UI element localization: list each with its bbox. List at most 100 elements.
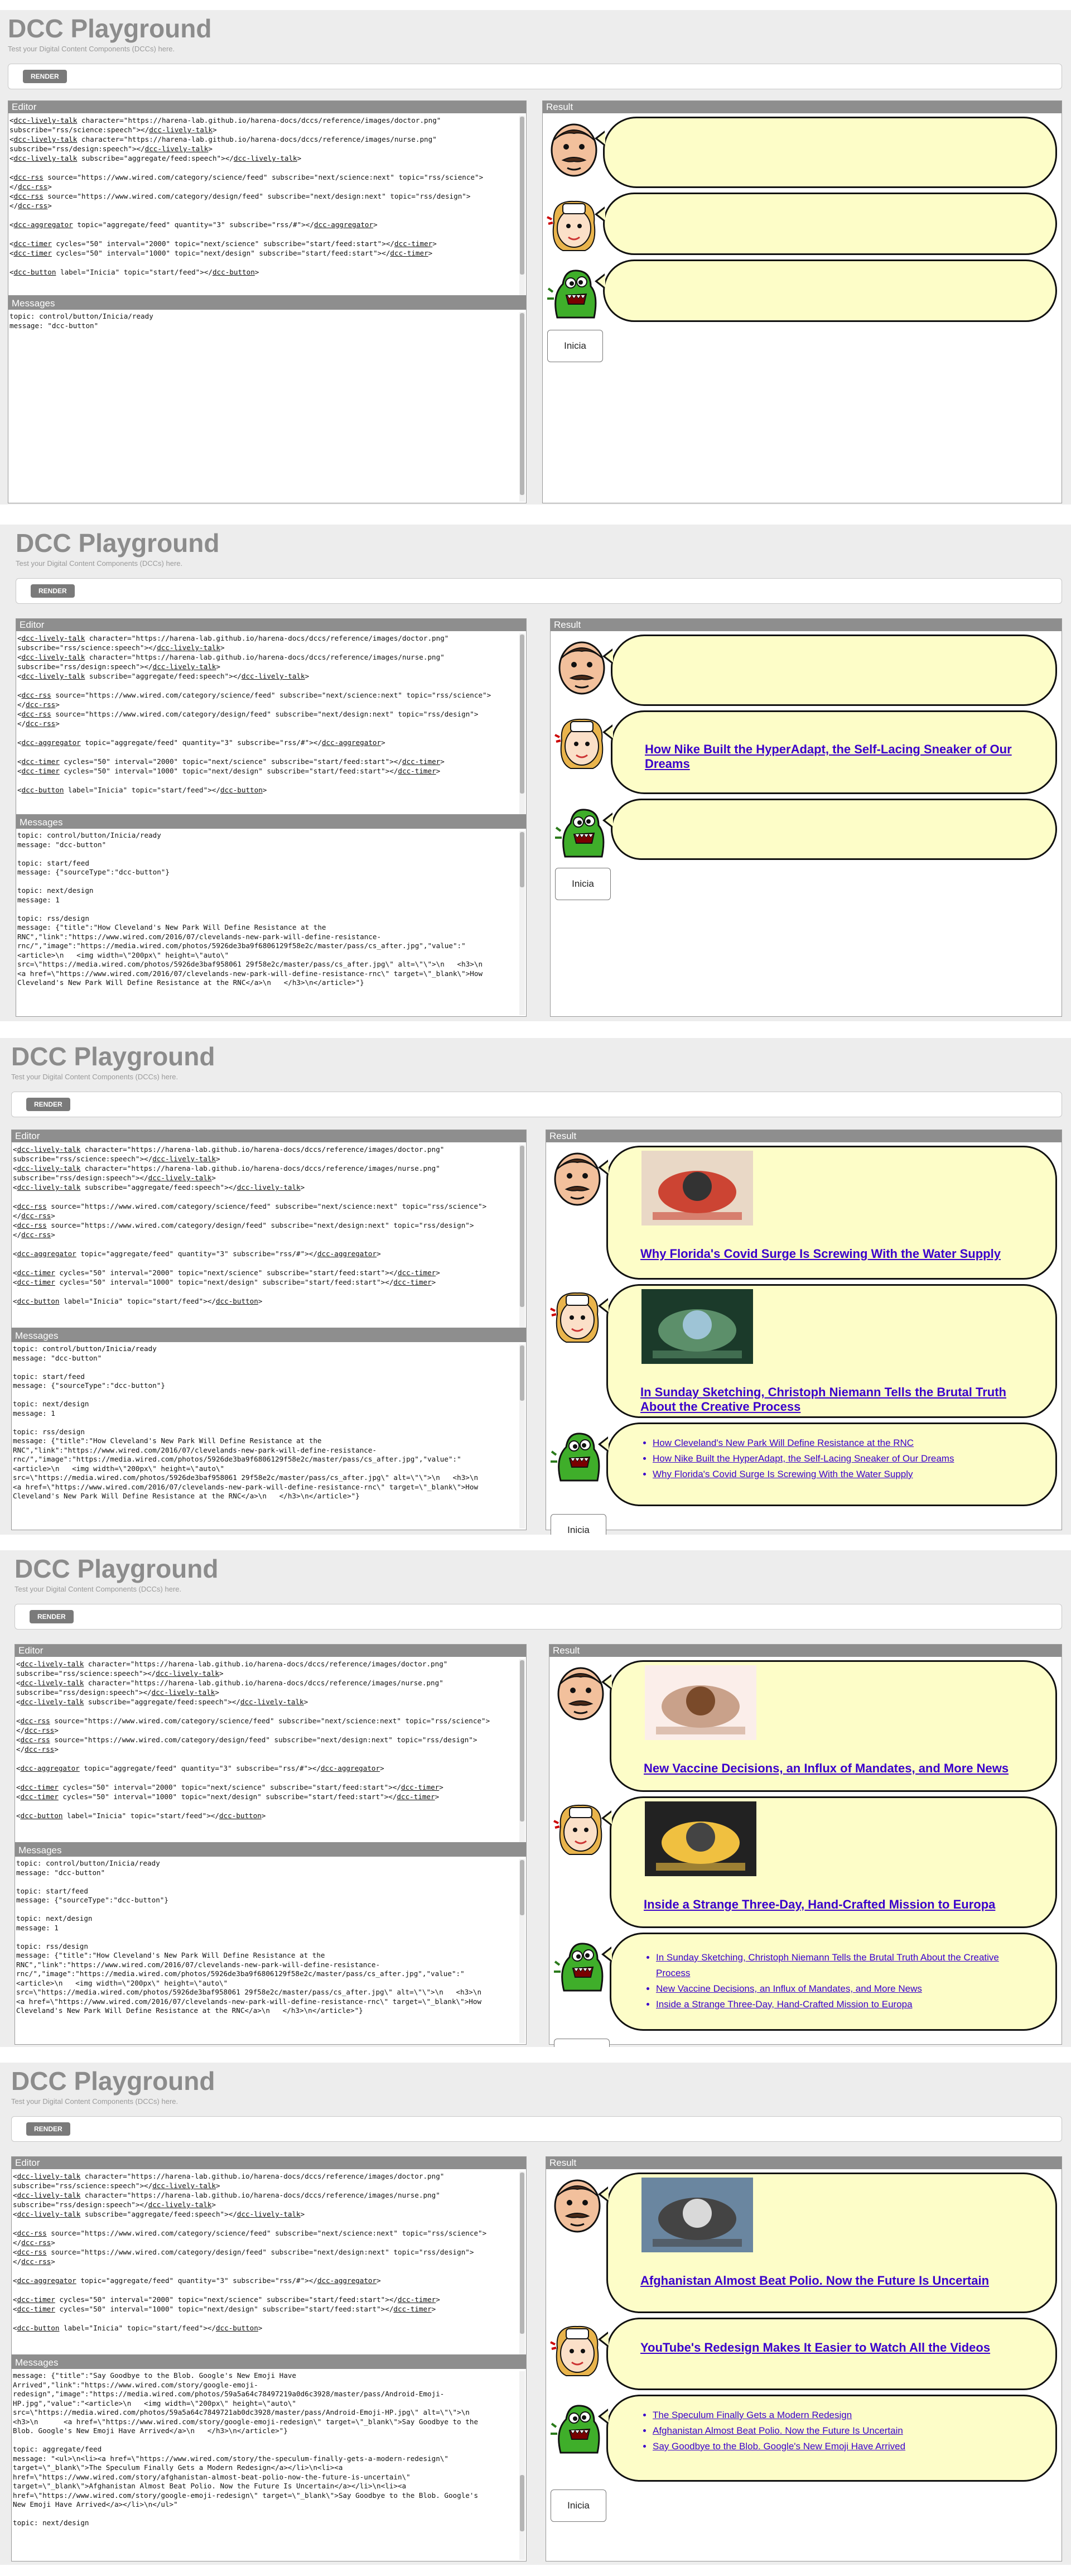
messages-log[interactable]: topic: control/button/Inicia/ready messa… xyxy=(17,831,518,1015)
playground-snapshot-5: DCC Playground Test your Digital Content … xyxy=(0,2063,1071,2565)
start-button[interactable]: Inicia xyxy=(551,1514,606,1535)
article-headline-link[interactable]: In Sunday Sketching, Christoph Niemann T… xyxy=(640,1385,1033,1414)
playground-snapshot-1: DCC Playground Test your Digital Content … xyxy=(0,10,1071,504)
result-header: Result xyxy=(549,1645,1062,1657)
headline-link[interactable]: New Vaccine Decisions, an Influx of Mand… xyxy=(656,1981,1033,1997)
code-editor[interactable]: <dcc-lively-talk character="https://hare… xyxy=(17,633,518,814)
messages-log[interactable]: topic: control/button/Inicia/ready messa… xyxy=(9,312,518,502)
bubble-tail-fill xyxy=(601,1300,609,1312)
messages-scrollbar[interactable] xyxy=(519,2371,525,2560)
article-headline-link[interactable]: New Vaccine Decisions, an Influx of Mand… xyxy=(644,1761,1033,1776)
messages-scrollbar[interactable] xyxy=(519,1344,525,1529)
code-line: <dcc-lively-talk subscribe="aggregate/fe… xyxy=(9,154,302,162)
article-headline-link[interactable]: Afghanistan Almost Beat Polio. Now the F… xyxy=(640,2274,1033,2288)
page-subtitle: Test your Digital Content Components (DC… xyxy=(11,1073,178,1081)
monster-speech-bubble xyxy=(602,799,1057,860)
article-headline-link[interactable]: Inside a Strange Three-Day, Hand-Crafted… xyxy=(644,1897,1033,1912)
render-button[interactable]: RENDER xyxy=(31,584,75,598)
result-panel: Result How Nike Built the HyperAdapt, the… xyxy=(550,618,1062,1017)
headline-link[interactable]: Inside a Strange Three-Day, Hand-Crafted… xyxy=(656,1997,1033,2012)
messages-scroll-thumb[interactable] xyxy=(520,313,524,496)
code-line: </dcc-rss> xyxy=(16,1726,59,1734)
editor-scrollbar[interactable] xyxy=(519,1659,525,1842)
render-button[interactable]: RENDER xyxy=(26,2122,70,2136)
article-headline-link[interactable]: YouTube's Redesign Makes It Easier to Wa… xyxy=(640,2340,1033,2355)
code-line: <dcc-timer cycles="50" interval="1000" t… xyxy=(13,1278,436,1286)
render-button[interactable]: RENDER xyxy=(23,70,67,83)
editor-header: Editor xyxy=(15,1645,526,1657)
messages-log[interactable]: message: {"title":"Say Goodbye to the Bl… xyxy=(13,2371,518,2560)
messages-log[interactable]: topic: control/button/Inicia/ready messa… xyxy=(13,1344,518,1529)
headline-link[interactable]: Why Florida's Covid Surge Is Screwing Wi… xyxy=(653,1467,1033,1482)
messages-scroll-thumb[interactable] xyxy=(520,832,524,887)
editor-scrollbar[interactable] xyxy=(519,633,525,814)
code-editor[interactable]: <dcc-lively-talk character="https://hare… xyxy=(16,1659,518,1842)
start-button[interactable]: Inicia xyxy=(547,330,603,362)
headline-link[interactable]: In Sunday Sketching, Christoph Niemann T… xyxy=(656,1950,1033,1981)
monster-avatar xyxy=(549,1425,605,1486)
editor-scroll-thumb[interactable] xyxy=(520,635,524,794)
editor-scrollbar[interactable] xyxy=(519,116,525,295)
article-image xyxy=(645,1665,756,1740)
render-button[interactable]: RENDER xyxy=(26,1098,70,1111)
messages-scrollbar[interactable] xyxy=(519,1859,525,2043)
messages-scrollbar[interactable] xyxy=(519,312,525,502)
code-line: <dcc-aggregator topic="aggregate/feed" q… xyxy=(13,1249,381,1258)
start-button[interactable]: Inicia xyxy=(551,2490,606,2522)
nurse-speech-bubble: Inside a Strange Three-Day, Hand-Crafted… xyxy=(601,1796,1057,1928)
code-line: <dcc-rss source="https://www.wired.com/c… xyxy=(13,2248,474,2256)
render-toolbar: RENDER xyxy=(11,2116,1062,2142)
bubble-tail-fill xyxy=(605,726,613,738)
bubble-tail-fill xyxy=(605,814,613,826)
code-line: subscribe="rss/science:speech"></dcc-liv… xyxy=(13,1155,220,1163)
messages-scrollbar[interactable] xyxy=(519,831,525,1015)
code-line: <dcc-timer cycles="50" interval="2000" t… xyxy=(16,1783,443,1791)
editor-scroll-thumb[interactable] xyxy=(520,1146,524,1307)
messages-scroll-thumb[interactable] xyxy=(520,1345,524,1401)
headline-link[interactable]: The Speculum Finally Gets a Modern Redes… xyxy=(653,2407,1033,2423)
headline-link[interactable]: Afghanistan Almost Beat Polio. Now the F… xyxy=(653,2423,1033,2439)
bubble-tail-fill xyxy=(604,1812,612,1824)
messages-scroll-thumb[interactable] xyxy=(520,1860,524,1915)
code-line: <dcc-aggregator topic="aggregate/feed" q… xyxy=(13,2276,381,2285)
editor-scroll-thumb[interactable] xyxy=(520,117,524,275)
code-editor[interactable]: <dcc-lively-talk character="https://hare… xyxy=(9,116,518,295)
messages-scroll-thumb[interactable] xyxy=(520,2474,524,2532)
code-line: <dcc-lively-talk character="https://hare… xyxy=(16,1679,443,1687)
code-line: subscribe="rss/design:speech"></dcc-live… xyxy=(13,2200,216,2209)
code-line: <dcc-lively-talk character="https://hare… xyxy=(13,2172,445,2180)
headline-link[interactable]: How Nike Built the HyperAdapt, the Self-… xyxy=(653,1451,1033,1467)
start-button[interactable]: Inicia xyxy=(554,2039,610,2047)
article-headline-link[interactable]: How Nike Built the HyperAdapt, the Self-… xyxy=(645,742,1033,771)
render-toolbar: RENDER xyxy=(8,64,1062,89)
page-subtitle: Test your Digital Content Components (DC… xyxy=(16,559,183,568)
editor-scroll-thumb[interactable] xyxy=(520,1660,524,1822)
render-toolbar: RENDER xyxy=(11,1092,1062,1117)
page-subtitle: Test your Digital Content Components (DC… xyxy=(11,2097,178,2106)
monster-speech-bubble: In Sunday Sketching, Christoph Niemann T… xyxy=(601,1933,1057,2031)
editor-header: Editor xyxy=(8,101,526,113)
editor-scrollbar[interactable] xyxy=(519,2171,525,2354)
editor-panel: Editor <dcc-lively-talk character="https:… xyxy=(11,2156,527,2561)
render-button[interactable]: RENDER xyxy=(30,1610,74,1623)
editor-scroll-thumb[interactable] xyxy=(520,2173,524,2334)
headline-link[interactable]: Say Goodbye to the Blob. Google's New Em… xyxy=(653,2439,1033,2454)
start-button[interactable]: Inicia xyxy=(555,868,611,900)
headline-link[interactable]: How Cleveland's New Park Will Define Res… xyxy=(653,1435,1033,1451)
code-line: <dcc-aggregator topic="aggregate/feed" q… xyxy=(16,1764,384,1772)
code-line: <dcc-timer cycles="50" interval="2000" t… xyxy=(17,757,445,766)
editor-scrollbar[interactable] xyxy=(519,1145,525,1328)
code-editor[interactable]: <dcc-lively-talk character="https://hare… xyxy=(13,2171,518,2354)
article-headline-link[interactable]: Why Florida's Covid Surge Is Screwing Wi… xyxy=(640,1247,1033,1261)
bubble-tail-fill xyxy=(601,2188,609,2200)
messages-log[interactable]: topic: control/button/Inicia/ready messa… xyxy=(16,1859,518,2043)
code-line: <dcc-lively-talk character="https://hare… xyxy=(13,2191,440,2199)
bubble-tail-fill xyxy=(597,208,605,220)
code-editor[interactable]: <dcc-lively-talk character="https://hare… xyxy=(13,1145,518,1328)
